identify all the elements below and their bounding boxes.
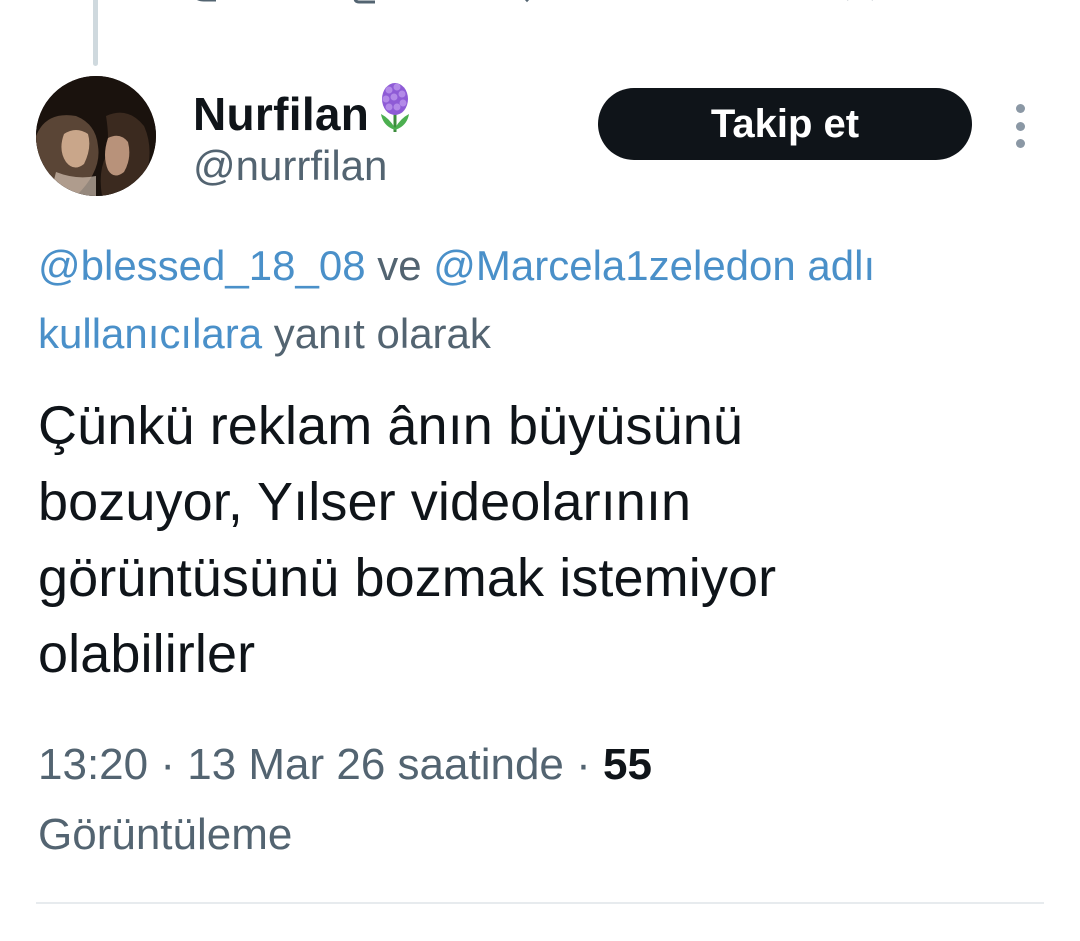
previous-tweet-action-bar <box>190 0 1030 8</box>
divider <box>36 902 1044 904</box>
meta-separator: · <box>563 740 604 789</box>
meta-separator: · <box>148 740 188 789</box>
display-name[interactable]: Nurfilan <box>193 82 415 145</box>
views-icon[interactable] <box>674 0 714 8</box>
retweet-icon[interactable] <box>351 0 381 8</box>
hyacinth-flower-icon <box>375 82 415 145</box>
user-handle[interactable]: @nurrfilan <box>193 142 387 190</box>
more-options-icon[interactable] <box>1006 104 1034 148</box>
tweet-time[interactable]: 13:20 <box>38 740 148 789</box>
like-icon[interactable] <box>512 0 542 8</box>
reply-context: @blessed_18_08 ve @Marcela1zeledon adlı … <box>38 232 1048 368</box>
display-name-text: Nurfilan <box>193 87 370 140</box>
tweet-text-line: olabilirler <box>38 624 256 684</box>
views-count: 55 <box>603 740 652 789</box>
share-icon[interactable] <box>1006 0 1030 8</box>
tweet-text-line: görüntüsünü bozmak istemiyor <box>38 548 777 608</box>
reply-context-suffix: yanıt olarak <box>262 310 491 357</box>
follow-button[interactable]: Takip et <box>598 88 972 160</box>
bookmark-icon[interactable] <box>845 0 875 8</box>
thread-connector-line <box>93 0 98 66</box>
avatar[interactable] <box>36 76 156 196</box>
reply-context-joiner: ve <box>365 242 434 289</box>
mention-link[interactable]: @blessed_18_08 <box>38 242 366 289</box>
tweet-text-line: Çünkü reklam ânın büyüsünü <box>38 396 744 456</box>
tweet-text-line: bozuyor, Yılser videolarının <box>38 472 692 532</box>
views-label: Görüntüleme <box>38 810 293 859</box>
tweet-text: Çünkü reklam ânın büyüsünü bozuyor, Yıls… <box>38 388 1048 692</box>
tweet-metadata: 13:20 · 13 Mar 26 saatinde · 55 Görüntüle… <box>38 730 1048 870</box>
tweet-date[interactable]: 13 Mar 26 saatinde <box>187 740 564 789</box>
reply-icon[interactable] <box>190 0 220 8</box>
